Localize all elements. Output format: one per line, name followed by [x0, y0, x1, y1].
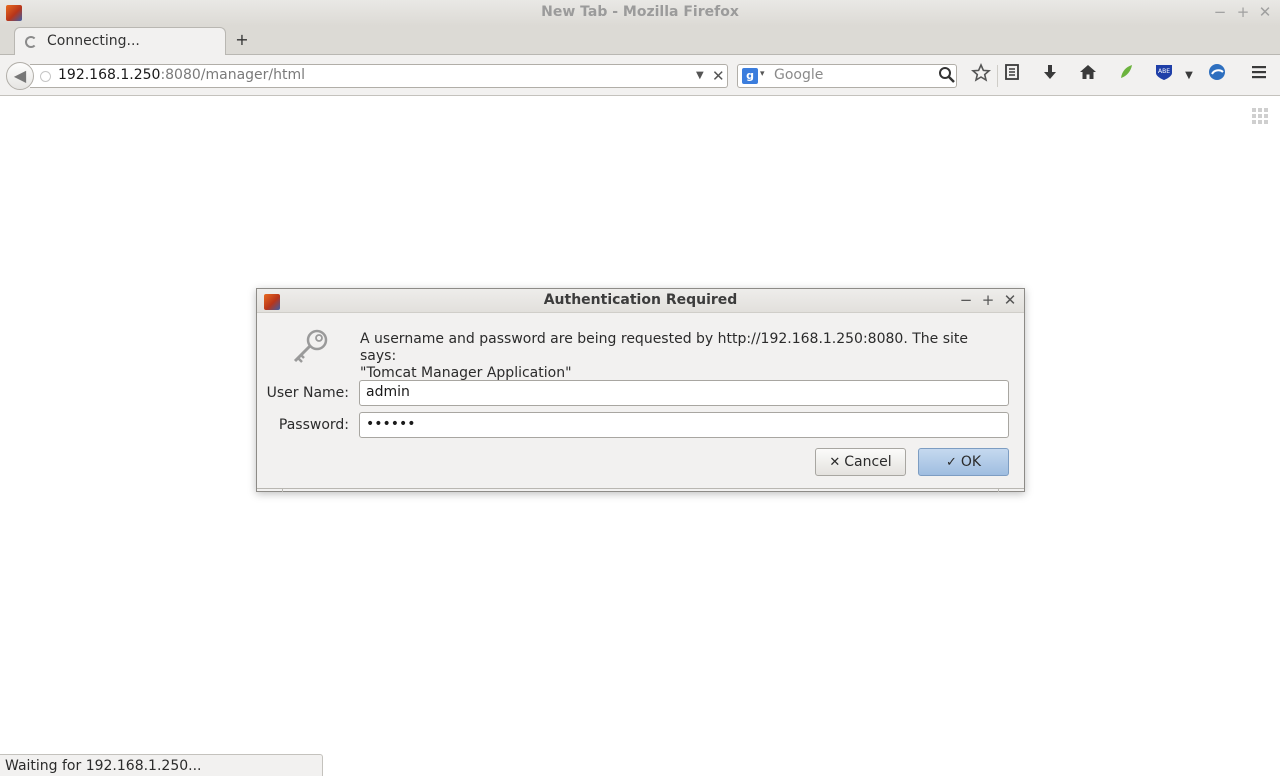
dialog-message-line: A username and password are being reques… — [360, 331, 968, 364]
menu-icon[interactable] — [1246, 63, 1272, 89]
ok-check-icon: ✓ — [945, 454, 957, 470]
abe-dropdown-icon[interactable]: ▼ — [1176, 63, 1202, 89]
search-input[interactable]: Google — [774, 67, 823, 83]
password-label: Password: — [278, 417, 349, 433]
window-titlebar: New Tab - Mozilla Firefox − + ✕ — [0, 0, 1280, 26]
search-magnifier-icon[interactable] — [938, 66, 956, 88]
dialog-title: Authentication Required — [543, 292, 738, 308]
window-minimize-button[interactable]: − — [1211, 3, 1229, 21]
navigation-toolbar: 192.168.1.250:8080/manager/html ▼ ✕ ◀ g … — [0, 55, 1280, 96]
google-engine-icon[interactable]: g — [742, 68, 758, 84]
cancel-x-icon: ✕ — [829, 454, 841, 470]
site-identity-icon[interactable] — [40, 71, 51, 82]
reading-list-icon[interactable] — [999, 63, 1025, 89]
toolbar-separator — [997, 65, 998, 87]
url-text[interactable]: 192.168.1.250:8080/manager/html — [58, 67, 305, 83]
persona-icon[interactable] — [1204, 63, 1230, 89]
back-button[interactable]: ◀ — [6, 62, 34, 90]
url-history-dropdown-icon[interactable]: ▼ — [696, 67, 704, 85]
dialog-titlebar: Authentication Required − + ✕ — [257, 289, 1024, 313]
cancel-button[interactable]: ✕ Cancel — [815, 448, 906, 476]
password-field[interactable]: •••••• — [359, 412, 1009, 438]
authentication-dialog: Authentication Required − + ✕ A username… — [256, 288, 1025, 492]
tab-connecting[interactable]: Connecting... — [14, 27, 226, 56]
key-icon — [289, 327, 333, 367]
ok-button[interactable]: ✓ OK — [918, 448, 1009, 476]
search-bar[interactable]: g ▾ Google — [737, 64, 957, 88]
url-bar[interactable]: 192.168.1.250:8080/manager/html ▼ ✕ — [30, 64, 728, 88]
dialog-close-button[interactable]: ✕ — [1001, 291, 1019, 309]
dialog-minimize-button[interactable]: − — [957, 291, 975, 309]
dialog-message: A username and password are being reques… — [360, 331, 1000, 382]
leaf-addon-icon[interactable] — [1113, 63, 1139, 89]
cancel-button-label: Cancel — [844, 454, 892, 470]
username-label: User Name: — [266, 385, 349, 401]
username-field[interactable]: admin — [359, 380, 1009, 406]
tab-label: Connecting... — [47, 33, 140, 49]
ok-button-label: OK — [960, 454, 982, 470]
tab-strip: Connecting... — [0, 26, 1280, 56]
status-bar: Waiting for 192.168.1.250... — [0, 754, 323, 776]
adblock-abe-icon[interactable]: ABE — [1151, 63, 1177, 89]
svg-text:ABE: ABE — [1158, 68, 1170, 75]
window-title: New Tab - Mozilla Firefox — [541, 4, 739, 20]
window-maximize-button[interactable]: + — [1234, 3, 1252, 21]
stop-loading-icon[interactable]: ✕ — [712, 66, 725, 86]
window-close-button[interactable]: ✕ — [1256, 3, 1274, 21]
engine-dropdown-icon[interactable]: ▾ — [760, 69, 765, 79]
dialog-maximize-button[interactable]: + — [979, 291, 997, 309]
dialog-bottom-edge — [257, 488, 1024, 492]
url-path: :8080/manager/html — [160, 67, 306, 83]
loading-throbber-icon — [25, 36, 37, 48]
downloads-icon[interactable] — [1037, 63, 1063, 89]
url-host: 192.168.1.250 — [58, 67, 161, 83]
home-icon[interactable] — [1075, 63, 1101, 89]
apps-grid-icon[interactable] — [1252, 108, 1268, 124]
back-arrow-icon: ◀ — [13, 66, 27, 85]
bookmark-star-icon[interactable] — [968, 63, 994, 89]
new-tab-button[interactable]: + — [233, 30, 251, 50]
